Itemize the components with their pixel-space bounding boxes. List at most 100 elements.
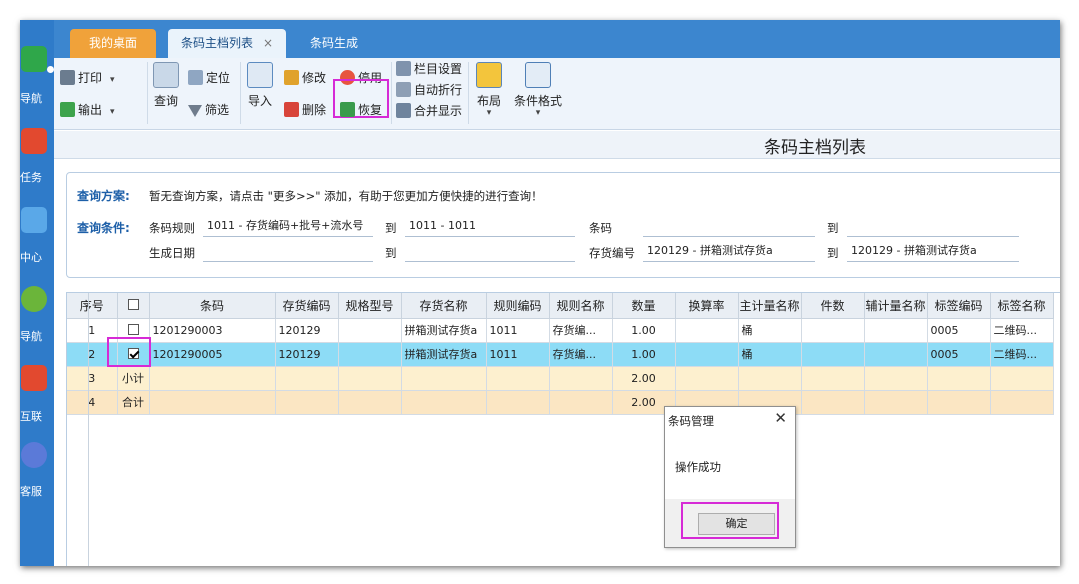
col-header[interactable]: 存货编码 [275, 293, 339, 319]
nav-label: 客服 [20, 485, 42, 498]
import-icon [247, 62, 273, 88]
total-row: 4 合计 2.00 [67, 390, 1054, 415]
import-label: 导入 [247, 94, 272, 108]
subtotal-label: 小计 [117, 366, 150, 391]
col-header[interactable]: 数量 [612, 293, 676, 319]
query-scheme-label: 查询方案: [77, 189, 130, 203]
col-header[interactable]: 规格型号 [338, 293, 402, 319]
barcode-to-field[interactable] [847, 217, 1019, 237]
col-header[interactable]: 标签编码 [927, 293, 991, 319]
left-nav-bar: 导航 任务 中心 导航 互联 客服 [20, 20, 54, 566]
col-header[interactable]: 序号 [67, 293, 118, 319]
tab-label: 条码主档列表 [180, 36, 253, 50]
checkbox-icon[interactable] [127, 299, 139, 311]
cell-pieces [801, 318, 865, 343]
cell-label-code: 0005 [927, 318, 991, 343]
printer-icon [60, 70, 75, 85]
inventory-code-label: 存货编号 [589, 246, 635, 260]
row-number: 4 [67, 390, 118, 415]
nav-item-compass[interactable]: 导航 [20, 282, 54, 343]
center-icon [21, 207, 47, 233]
date-to-field[interactable] [405, 242, 575, 262]
date-from-field[interactable] [203, 242, 373, 262]
export-button[interactable]: 输出 ▾ [60, 100, 115, 120]
cell-qty: 1.00 [612, 342, 676, 367]
col-header[interactable]: 件数 [801, 293, 865, 319]
barcode-from-field[interactable] [643, 217, 815, 237]
col-header[interactable]: 换算率 [675, 293, 739, 319]
col-header[interactable]: 规则名称 [549, 293, 613, 319]
inventory-to-field[interactable]: 120129 - 拼箱测试存货a [847, 242, 1019, 262]
restore-button[interactable]: 恢复 [340, 100, 382, 120]
col-header[interactable]: 规则编码 [486, 293, 550, 319]
highlight-ok [681, 502, 779, 539]
col-header[interactable]: 存货名称 [401, 293, 487, 319]
funnel-icon [188, 105, 202, 117]
to-label: 到 [827, 221, 839, 235]
navigation-icon [21, 46, 47, 72]
merge-display-button[interactable]: 合并显示 [396, 101, 462, 121]
print-button[interactable]: 打印 ▾ [60, 68, 115, 88]
print-label: 打印 [78, 71, 103, 85]
column-settings-button[interactable]: 栏目设置 [396, 59, 462, 79]
separator [468, 62, 469, 124]
col-header[interactable]: 标签名称 [990, 293, 1054, 319]
auto-wrap-button[interactable]: 自动折行 [396, 80, 462, 100]
cell-inv-name: 拼箱测试存货a [401, 318, 487, 343]
total-label: 合计 [117, 390, 150, 415]
separator [240, 62, 241, 124]
merge-icon [396, 103, 411, 118]
filter-button[interactable]: 筛选 [188, 100, 229, 120]
close-icon[interactable]: × [263, 36, 273, 50]
table-row[interactable]: 1 1201290003 120129 拼箱测试存货a 1011 存货编... … [67, 318, 1054, 343]
nav-item-task[interactable]: 任务 [20, 124, 54, 184]
nav-item-connect[interactable]: 互联 [20, 362, 54, 423]
cell-label-name: 二维码... [990, 318, 1054, 343]
locate-icon [188, 70, 203, 85]
import-button[interactable]: 导入 [246, 62, 274, 109]
rule-from-field[interactable]: 1011 - 存货编码+批号+流水号 [203, 217, 373, 237]
conditional-format-button[interactable]: 条件格式 ▾ [512, 62, 564, 118]
to-label: 到 [385, 246, 397, 260]
locate-label: 定位 [206, 71, 231, 85]
data-grid: 序号 条码 存货编码 规格型号 存货名称 规则编码 规则名称 数量 换算率 主计… [66, 292, 1060, 566]
export-label: 输出 [78, 103, 103, 117]
col-header[interactable]: 条码 [149, 293, 276, 319]
tab-my-desktop[interactable]: 我的桌面 [70, 29, 156, 58]
barcode-label: 条码 [589, 221, 612, 235]
nav-item-service[interactable]: 客服 [20, 438, 54, 498]
subtotal-row: 3 小计 2.00 [67, 366, 1054, 391]
col-header[interactable]: 辅计量名称 [864, 293, 928, 319]
select-all-checkbox[interactable] [117, 293, 150, 319]
layout-button[interactable]: 布局 ▾ [474, 62, 504, 118]
nav-item-center[interactable]: 中心 [20, 203, 54, 264]
cell-label-name: 二维码... [990, 342, 1054, 367]
nav-item-navigation[interactable]: 导航 [20, 44, 54, 105]
task-icon [21, 128, 47, 154]
chevron-down-icon: ▾ [486, 108, 492, 118]
nav-label: 导航 [20, 330, 42, 343]
table-row-selected[interactable]: 2 1201290005 120129 拼箱测试存货a 1011 存货编... … [67, 342, 1054, 367]
cell-barcode: 1201290005 [149, 342, 276, 367]
tab-barcode-generate[interactable]: 条码生成 [294, 29, 374, 58]
tab-barcode-list[interactable]: 条码主档列表 × [168, 29, 286, 58]
inventory-from-field[interactable]: 120129 - 拼箱测试存货a [643, 242, 815, 262]
checkbox-icon[interactable] [127, 323, 139, 335]
query-panel: 查询方案: 暂无查询方案，请点击 "更多>>" 添加，有助于您更加方便快捷的进行… [66, 172, 1060, 278]
cell-unit: 桶 [738, 318, 802, 343]
grid-header-row: 序号 条码 存货编码 规格型号 存货名称 规则编码 规则名称 数量 换算率 主计… [67, 293, 1054, 319]
columns-icon [396, 61, 411, 76]
modify-button[interactable]: 修改 [284, 68, 326, 88]
query-button[interactable]: 查询 [152, 62, 180, 109]
service-icon [21, 442, 47, 468]
app-window: 导航 任务 中心 导航 互联 客服 我的桌面 条码主档列表 × 条码生成 打印 … [20, 20, 1060, 566]
close-icon[interactable]: ✕ [774, 409, 787, 427]
query-scheme-text: 暂无查询方案，请点击 "更多>>" 添加，有助于您更加方便快捷的进行查询！ [149, 189, 543, 203]
rule-to-field[interactable]: 1011 - 1011 [405, 217, 575, 237]
chevron-down-icon: ▾ [110, 75, 115, 85]
col-header[interactable]: 主计量名称 [738, 293, 802, 319]
delete-button[interactable]: 删除 [284, 100, 326, 120]
separator [391, 62, 392, 124]
locate-button[interactable]: 定位 [188, 68, 230, 88]
column-settings-label: 栏目设置 [414, 62, 463, 76]
